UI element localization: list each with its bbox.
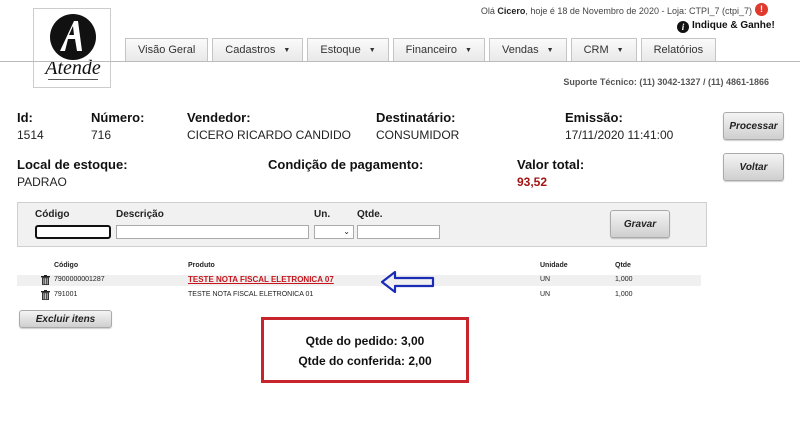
tab-vendas[interactable]: Vendas ▼ <box>488 38 567 62</box>
emissao-label: Emissão: <box>565 110 623 125</box>
indique-link[interactable]: i Indique & Ganhe! <box>677 20 775 33</box>
quantity-annotation-box: Qtde do pedido: 3,00 Qtde do conferida: … <box>261 317 469 383</box>
row-unidade: UN <box>540 276 551 283</box>
col-header-unidade: Unidade <box>540 262 568 269</box>
local-estoque-value: PADRAO <box>17 175 67 189</box>
trash-icon[interactable] <box>41 275 50 285</box>
vendedor-label: Vendedor: <box>187 110 251 125</box>
row-produto: TESTE NOTA FISCAL ELETRONICA 01 <box>188 291 314 298</box>
greeting-prefix: Olá <box>480 6 495 16</box>
qtde-input[interactable] <box>357 225 440 239</box>
tab-label: Cadastros <box>225 44 276 56</box>
main-nav: Visão Geral Cadastros ▼ Estoque ▼ Financei… <box>125 38 717 62</box>
tab-label: CRM <box>583 44 609 56</box>
id-label: Id: <box>17 110 33 125</box>
tab-label: Visão Geral <box>138 44 196 56</box>
voltar-button[interactable]: Voltar <box>723 153 784 181</box>
valor-total-value: 93,52 <box>517 175 548 189</box>
tab-label: Financeiro <box>405 44 458 56</box>
nav-divider <box>0 61 800 62</box>
table-row: 7900000001287 TESTE NOTA FISCAL ELETRONI… <box>17 275 701 286</box>
col-header-qtde: Qtde <box>615 262 631 269</box>
qtde-pedido-text: Qtde do pedido: 3,00 <box>305 334 425 348</box>
row-qtde: 1,000 <box>615 291 633 298</box>
tab-relatorios[interactable]: Relatórios <box>640 38 717 62</box>
gravar-button[interactable]: Gravar <box>610 210 670 238</box>
indique-label: Indique & Ganhe! <box>692 20 775 31</box>
col-header-codigo: Código <box>54 262 79 269</box>
tab-financeiro[interactable]: Financeiro ▼ <box>392 38 485 62</box>
destinatario-value: CONSUMIDOR <box>376 128 460 142</box>
caret-down-icon: ▼ <box>616 47 624 54</box>
greeting-suffix: , hoje é 18 de Novembro de 2020 - Loja: … <box>525 6 752 16</box>
caret-down-icon: ▼ <box>465 47 472 54</box>
row-codigo: 7900000001287 <box>54 276 105 283</box>
emissao-value: 17/11/2020 11:41:00 <box>565 128 674 142</box>
tab-label: Vendas <box>501 44 539 56</box>
atende-logo[interactable]: Atende <box>33 8 111 88</box>
row-qtde: 1,000 <box>615 276 633 283</box>
tab-cadastros[interactable]: Cadastros ▼ <box>212 38 304 62</box>
local-estoque-label: Local de estoque: <box>17 157 128 172</box>
row-produto-link[interactable]: TESTE NOTA FISCAL ELETRONICA 07 <box>188 275 334 284</box>
tab-visao-geral[interactable]: Visão Geral <box>125 38 209 62</box>
numero-label: Número: <box>91 110 145 125</box>
logo-underline <box>48 79 98 82</box>
un-select[interactable]: ⌄ <box>314 225 354 239</box>
id-value: 1514 <box>17 128 44 142</box>
qtde-label: Qtde. <box>357 209 383 220</box>
processar-button[interactable]: Processar <box>723 112 784 140</box>
top-bar: Atende Olá Cicero, hoje é 18 de Novembro… <box>0 0 800 88</box>
suporte-tecnico: Suporte Técnico: (11) 3042-1327 / (11) 4… <box>563 77 769 87</box>
codigo-label: Código <box>35 209 70 220</box>
qtde-conferida-text: Qtde do conferida: 2,00 <box>298 354 432 368</box>
info-icon: i <box>677 21 689 33</box>
arrow-left-icon <box>380 270 435 294</box>
destinatario-label: Destinatário: <box>376 110 456 125</box>
tab-label: Estoque <box>320 44 361 56</box>
caret-down-icon: ▼ <box>546 47 554 54</box>
condicao-pagamento-label: Condição de pagamento: <box>268 157 424 172</box>
excluir-itens-button[interactable]: Excluir itens <box>19 310 112 328</box>
tab-crm[interactable]: CRM ▼ <box>570 38 637 62</box>
caret-down-icon: ▼ <box>283 47 291 54</box>
descricao-label: Descrição <box>116 209 164 220</box>
codigo-input[interactable] <box>35 225 111 239</box>
chevron-down-icon: ⌄ <box>343 227 350 236</box>
descricao-input[interactable] <box>116 225 309 239</box>
table-row: 791001 TESTE NOTA FISCAL ELETRONICA 01 U… <box>17 290 701 301</box>
caret-down-icon: ▼ <box>368 47 376 54</box>
col-header-produto: Produto <box>188 262 215 269</box>
tab-label: Relatórios <box>653 44 704 56</box>
numero-value: 716 <box>91 128 112 142</box>
un-label: Un. <box>314 209 331 220</box>
row-codigo: 791001 <box>54 291 78 298</box>
greeting-user: Cicero <box>497 6 526 16</box>
vendedor-value: CICERO RICARDO CANDIDO <box>187 128 352 142</box>
greeting-text: Olá Cicero, hoje é 18 de Novembro de 202… <box>481 6 752 16</box>
valor-total-label: Valor total: <box>517 157 585 172</box>
atende-logo-icon <box>50 14 96 60</box>
row-unidade: UN <box>540 291 551 298</box>
trash-icon[interactable] <box>41 290 50 300</box>
tab-estoque[interactable]: Estoque ▼ <box>307 38 389 62</box>
warning-icon[interactable]: ! <box>755 3 768 16</box>
